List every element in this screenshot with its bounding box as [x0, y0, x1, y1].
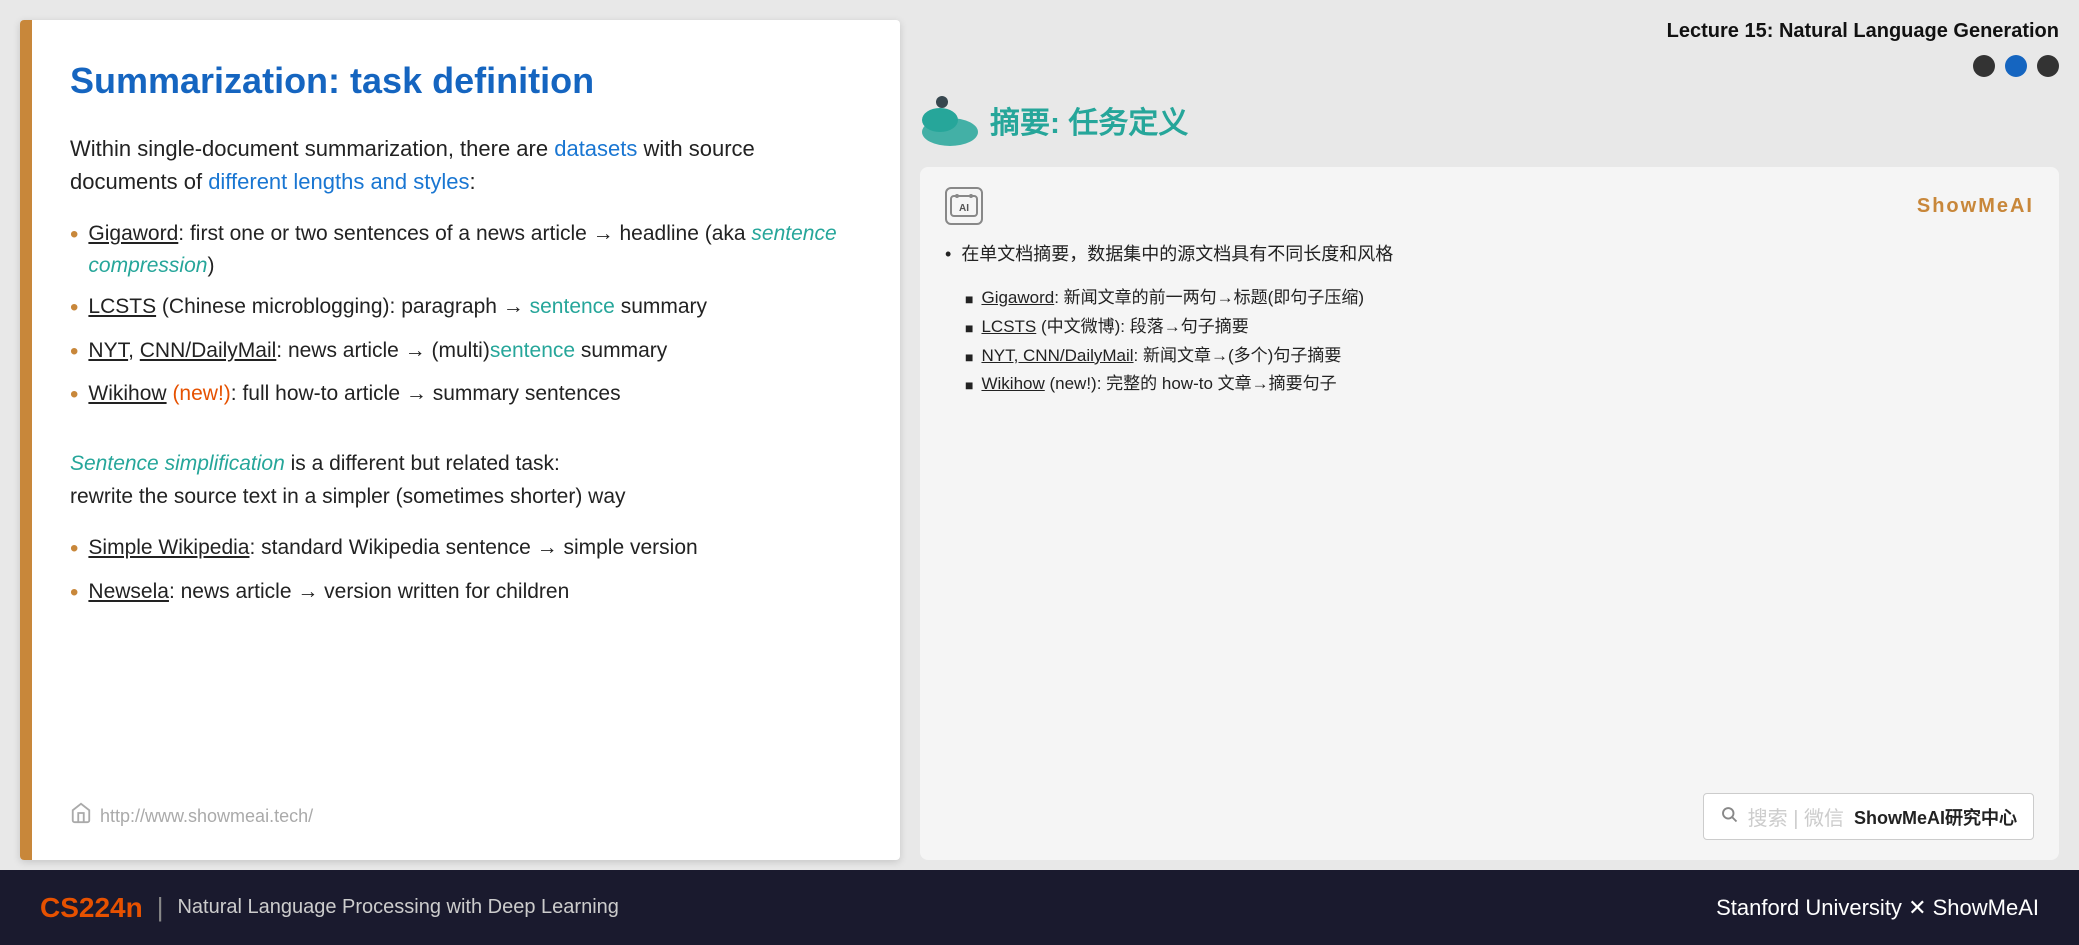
card-main-bullet-text: 在单文档摘要，数据集中的源文档具有不同长度和风格: [961, 244, 1393, 264]
bullet-dot-1: •: [70, 218, 78, 252]
card-lcsts-link: LCSTS: [981, 317, 1036, 336]
search-label: ShowMeAI研究中心: [1854, 804, 2017, 830]
card-sub-text-1: Gigaword: 新闻文章的前一两句→标题(即句子压缩): [981, 284, 1364, 313]
lcsts-link[interactable]: LCSTS: [88, 295, 156, 318]
right-panel: Lecture 15: Natural Language Generation …: [920, 20, 2059, 860]
main-content: Summarization: task definition Within si…: [0, 0, 2079, 870]
card-sub-item-1: ■ Gigaword: 新闻文章的前一两句→标题(即句子压缩): [965, 284, 2034, 313]
cnn-link[interactable]: CNN/DailyMail: [140, 339, 277, 362]
simple-wiki-link[interactable]: Simple Wikipedia: [88, 536, 249, 559]
ai-icon: AI: [945, 187, 983, 225]
gigaword-link[interactable]: Gigaword: [88, 222, 178, 245]
right-heading: 摘要: 任务定义: [990, 98, 1188, 142]
card-nyt-link: NYT, CNN/DailyMail: [981, 346, 1133, 365]
bullet-lcsts: • LCSTS (Chinese microblogging): paragra…: [70, 291, 850, 325]
footer: CS224n | Natural Language Processing wit…: [0, 870, 2079, 945]
sentence-teal-2: sentence: [490, 339, 575, 362]
dots-row: [920, 55, 2059, 77]
bullet-text-4: Wikihow (new!): full how-to article → su…: [88, 378, 620, 410]
card-header: AI ShowMeAI: [945, 187, 2034, 225]
bullet-newsela: • Newsela: news article → version writte…: [70, 576, 850, 610]
card-gigaword-link: Gigaword: [981, 288, 1054, 307]
new-text: (new!): [172, 382, 230, 405]
url-icon: [70, 802, 92, 830]
slide-url-area: http://www.showmeai.tech/: [70, 802, 850, 830]
showmeai-card: AI ShowMeAI • 在单文档摘要，数据集中的源文档具有不同长度和风格 ■…: [920, 167, 2059, 860]
slide-title: Summarization: task definition: [70, 60, 850, 102]
card-wikihow-link: Wikihow: [981, 374, 1044, 393]
footer-left: CS224n | Natural Language Processing wit…: [40, 892, 619, 924]
footer-right: Stanford University ✕ ShowMeAI: [1716, 895, 2039, 921]
square-bullet-2: ■: [965, 317, 973, 341]
footer-university: Stanford University: [1716, 895, 1902, 920]
url-text: http://www.showmeai.tech/: [100, 806, 313, 827]
bullet-text-2: LCSTS (Chinese microblogging): paragraph…: [88, 291, 707, 323]
intro-text-1: Within single-document summarization, th…: [70, 136, 554, 161]
card-sub-list: ■ Gigaword: 新闻文章的前一两句→标题(即句子压缩) ■ LCSTS …: [965, 284, 2034, 400]
dot-2: [2005, 55, 2027, 77]
square-bullet-4: ■: [965, 374, 973, 398]
dot-1: [1973, 55, 1995, 77]
bullet-nyt: • NYT, CNN/DailyMail: news article → (mu…: [70, 335, 850, 369]
card-sub-text-2: LCSTS (中文微博): 段落→句子摘要: [981, 313, 1248, 342]
bullet-text-5: Simple Wikipedia: standard Wikipedia sen…: [88, 532, 697, 564]
sentence-teal-1: sentence: [530, 295, 615, 318]
dot-3: [2037, 55, 2059, 77]
bullet-wikihow: • Wikihow (new!): full how-to article → …: [70, 378, 850, 412]
card-main-bullet: • 在单文档摘要，数据集中的源文档具有不同长度和风格: [945, 240, 2034, 269]
main-bullet-list: • Gigaword: first one or two sentences o…: [70, 218, 850, 422]
card-sub-text-3: NYT, CNN/DailyMail: 新闻文章→(多个)句子摘要: [981, 342, 1341, 371]
bullet-dot-6: •: [70, 576, 78, 610]
search-bar[interactable]: 搜索 | 微信 ShowMeAI研究中心: [1703, 793, 2034, 840]
bullet-text-6: Newsela: news article → version written …: [88, 576, 569, 608]
slide-intro: Within single-document summarization, th…: [70, 132, 850, 198]
bullet-text-1: Gigaword: first one or two sentences of …: [88, 218, 850, 281]
slide-panel: Summarization: task definition Within si…: [20, 20, 900, 860]
sentence-simplification-block: Sentence simplification is a different b…: [70, 447, 850, 514]
showmeai-label: ShowMeAI: [1917, 195, 2034, 218]
secondary-bullet-list: • Simple Wikipedia: standard Wikipedia s…: [70, 532, 850, 619]
sentence-compression-text: sentence compression: [88, 222, 836, 277]
right-title-row: 摘要: 任务定义: [920, 92, 2059, 147]
footer-x: ✕: [1908, 895, 1933, 920]
square-bullet-3: ■: [965, 346, 973, 370]
bullet-text-3: NYT, CNN/DailyMail: news article → (mult…: [88, 335, 667, 367]
bullet-dot-5: •: [70, 532, 78, 566]
bullet-simple-wiki: • Simple Wikipedia: standard Wikipedia s…: [70, 532, 850, 566]
slide-left-border: [20, 20, 32, 860]
square-bullet-1: ■: [965, 288, 973, 312]
svg-text:AI: AI: [959, 203, 969, 214]
wikihow-link[interactable]: Wikihow: [88, 382, 166, 405]
nyt-link[interactable]: NYT: [88, 339, 128, 362]
newsela-link[interactable]: Newsela: [88, 580, 169, 603]
bullet-dot-3: •: [70, 335, 78, 369]
card-sub-text-4: Wikihow (new!): 完整的 how-to 文章→摘要句子: [981, 370, 1336, 399]
bullet-gigaword: • Gigaword: first one or two sentences o…: [70, 218, 850, 281]
footer-brand: ShowMeAI: [1933, 895, 2039, 920]
bullet-dot-4: •: [70, 378, 78, 412]
zh-icon: [920, 92, 975, 147]
lecture-title: Lecture 15: Natural Language Generation: [920, 20, 2059, 43]
sentence-simplification-italic: Sentence simplification: [70, 452, 285, 475]
card-sub-item-2: ■ LCSTS (中文微博): 段落→句子摘要: [965, 313, 2034, 342]
intro-text-3: :: [470, 169, 476, 194]
footer-subtitle: Natural Language Processing with Deep Le…: [177, 896, 618, 919]
datasets-link[interactable]: datasets: [554, 136, 637, 161]
card-sub-item-4: ■ Wikihow (new!): 完整的 how-to 文章→摘要句子: [965, 370, 2034, 399]
bullet-dot-2: •: [70, 291, 78, 325]
search-divider: 搜索 | 微信: [1748, 802, 1844, 831]
card-sub-item-3: ■ NYT, CNN/DailyMail: 新闻文章→(多个)句子摘要: [965, 342, 2034, 371]
footer-course-code: CS224n: [40, 892, 143, 924]
footer-divider: |: [157, 892, 164, 923]
lengths-styles-link[interactable]: different lengths and styles: [208, 169, 469, 194]
search-icon: [1720, 805, 1738, 828]
